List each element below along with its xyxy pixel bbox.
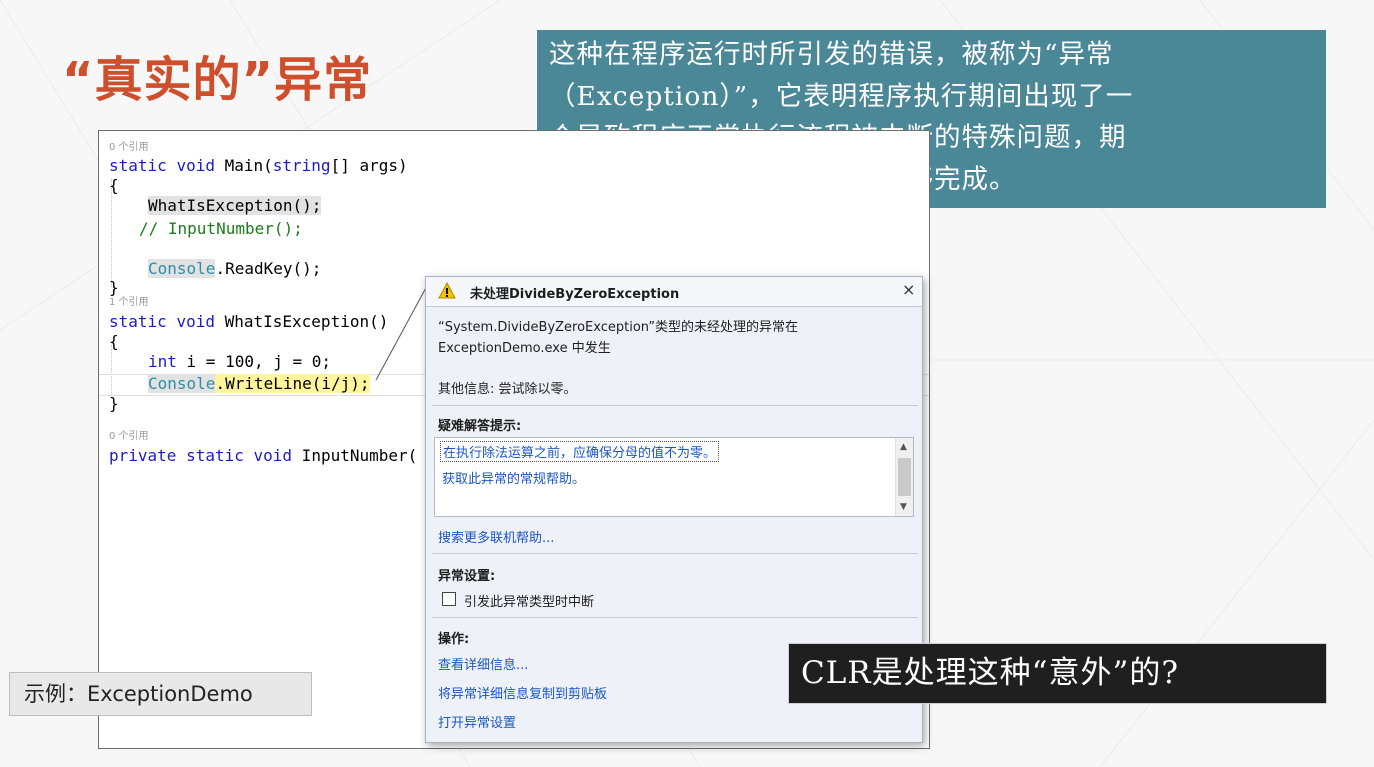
search-online-help-link[interactable]: 搜索更多联机帮助... bbox=[438, 527, 554, 546]
break-on-exception-checkbox[interactable] bbox=[442, 592, 456, 606]
additional-info: 其他信息: 尝试除以零。 bbox=[438, 382, 577, 397]
exception-message: “System.DivideByZeroException”类型的未经处理的异常… bbox=[438, 320, 799, 356]
keyword: void bbox=[253, 446, 293, 465]
code-line-brace[interactable]: { bbox=[109, 176, 119, 196]
troubleshooting-heading: 疑难解答提示: bbox=[438, 419, 522, 434]
scroll-down-icon[interactable]: ▼ bbox=[900, 502, 907, 512]
exception-settings-heading: 异常设置: bbox=[438, 569, 496, 584]
example-label: 示例：ExceptionDemo bbox=[9, 672, 312, 716]
code-line-readkey[interactable]: Console.ReadKey(); bbox=[148, 259, 321, 279]
method-name: WhatIsException() bbox=[214, 312, 389, 331]
keyword: void bbox=[176, 156, 215, 175]
method-name: InputNumber( bbox=[292, 446, 418, 465]
reference-count-hint[interactable]: 0 个引用 bbox=[109, 431, 149, 443]
break-on-exception-label[interactable]: 引发此异常类型时中断 bbox=[464, 591, 594, 610]
code-line-main-signature[interactable]: static void Main(string[] args) bbox=[109, 156, 408, 176]
keyword: void bbox=[176, 312, 215, 331]
actions-heading: 操作: bbox=[438, 632, 470, 647]
tip-link[interactable]: 获取此异常的常规帮助。 bbox=[442, 468, 585, 487]
scroll-up-icon[interactable]: ▲ bbox=[900, 442, 907, 452]
divider bbox=[432, 405, 918, 406]
method-call: .ReadKey(); bbox=[215, 259, 322, 278]
scrollbar-thumb[interactable] bbox=[898, 458, 911, 496]
method-name: Main( bbox=[214, 156, 273, 175]
keyword: string bbox=[272, 156, 331, 175]
dialog-title: 未处理DivideByZeroException bbox=[470, 287, 680, 302]
keyword: static bbox=[109, 312, 167, 331]
type-name: Console bbox=[148, 259, 216, 278]
code-line-brace[interactable]: } bbox=[109, 394, 119, 414]
copy-details-link[interactable]: 将异常详细信息复制到剪贴板 bbox=[438, 683, 607, 702]
definition-line: 这种在程序运行时所引发的错误，被称为“异常 bbox=[549, 39, 1114, 70]
code-line-int-declaration[interactable]: int i = 100, j = 0; bbox=[148, 352, 331, 372]
warning-icon bbox=[438, 282, 456, 299]
view-details-link[interactable]: 查看详细信息... bbox=[438, 654, 528, 673]
dialog-header: 未处理DivideByZeroException × bbox=[426, 277, 922, 307]
slide-title: “真实的”异常 bbox=[62, 52, 373, 108]
tips-scrollbar[interactable]: ▲ ▼ bbox=[895, 438, 913, 516]
divider bbox=[432, 617, 918, 618]
highlighted-call: WhatIsException(); bbox=[148, 196, 322, 215]
reference-count-hint[interactable]: 1 个引用 bbox=[109, 297, 149, 309]
exception-statement: .WriteLine(i/j); bbox=[215, 374, 370, 393]
code-line-brace[interactable]: } bbox=[109, 278, 119, 298]
code-line-comment[interactable]: // InputNumber(); bbox=[139, 219, 303, 239]
reference-count-hint[interactable]: 0 个引用 bbox=[109, 142, 149, 154]
keyword: static bbox=[186, 446, 244, 465]
code-line-whatisexception-signature[interactable]: static void WhatIsException() bbox=[109, 312, 388, 332]
code-line-call-whatisexception[interactable]: WhatIsException(); bbox=[148, 196, 322, 216]
close-icon[interactable]: × bbox=[902, 280, 915, 299]
code-line-inputnumber-signature[interactable]: private static void InputNumber( bbox=[109, 446, 417, 466]
open-exception-settings-link[interactable]: 打开异常设置 bbox=[438, 712, 516, 731]
code-line-writeline[interactable]: Console.WriteLine(i/j); bbox=[148, 374, 370, 394]
clr-question: CLR是处理这种“意外”的? bbox=[788, 643, 1327, 704]
keyword: static bbox=[109, 156, 167, 175]
parameter-list: [] args) bbox=[330, 156, 408, 175]
keyword: private bbox=[109, 446, 177, 465]
declaration: i = 100, j = 0; bbox=[176, 352, 332, 371]
type-name: Console bbox=[148, 374, 216, 393]
keyword: int bbox=[148, 352, 177, 371]
tip-link[interactable]: 在执行除法运算之前，应确保分母的值不为零。 bbox=[440, 441, 720, 462]
divider bbox=[432, 553, 918, 554]
troubleshooting-tips-list[interactable]: 在执行除法运算之前，应确保分母的值不为零。 获取此异常的常规帮助。 ▲ ▼ bbox=[434, 437, 914, 517]
code-line-brace[interactable]: { bbox=[109, 332, 119, 352]
definition-line: （Exception）”，它表明程序执行期间出现了一 bbox=[549, 80, 1134, 112]
